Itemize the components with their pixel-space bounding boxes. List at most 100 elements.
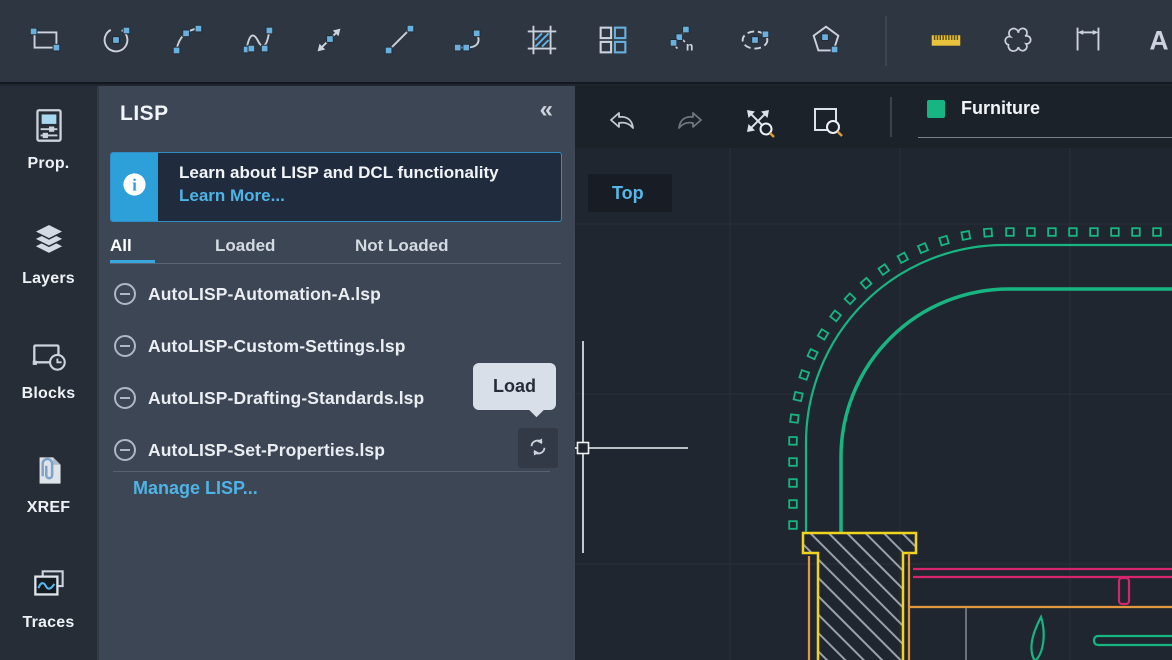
- layers-icon: [28, 220, 70, 265]
- text-icon: A: [1140, 21, 1172, 62]
- sidebar-item-prop[interactable]: Prop.: [0, 105, 97, 201]
- info-banner: i Learn about LISP and DCL functionality…: [110, 152, 562, 222]
- sidebar-item-layers[interactable]: Layers: [0, 220, 97, 316]
- polygon-tool-button[interactable]: [804, 12, 848, 70]
- viewport-label-text: Top: [612, 183, 644, 204]
- blocks-panel-icon: [28, 335, 70, 380]
- count-tool-button[interactable]: n: [662, 12, 706, 70]
- lisp-panel: LISP « i Learn about LISP and DCL functi…: [97, 86, 575, 660]
- collapse-panel-button[interactable]: «: [540, 98, 553, 122]
- sidebar-item-traces[interactable]: Traces: [0, 564, 97, 660]
- ellipse-tool-button[interactable]: [733, 12, 777, 70]
- properties-icon: [28, 105, 70, 150]
- svg-text:i: i: [132, 175, 137, 194]
- tab-all[interactable]: All: [110, 236, 132, 256]
- redo-button[interactable]: [673, 103, 709, 139]
- list-divider: [113, 471, 550, 472]
- sidebar-item-label: Prop.: [28, 155, 70, 173]
- reload-lisp-button[interactable]: [518, 428, 558, 468]
- learn-more-link[interactable]: Learn More...: [179, 186, 285, 206]
- left-sidebar: Prop. Layers Blocks XREF Traces: [0, 86, 97, 660]
- scale-arrows-icon: [310, 21, 348, 62]
- ruler-icon: [927, 21, 965, 62]
- lisp-file-name[interactable]: AutoLISP-Drafting-Standards.lsp: [148, 388, 424, 409]
- column-hatch-fill: [803, 533, 916, 660]
- unload-file-button[interactable]: [112, 385, 138, 411]
- arc-tool-button[interactable]: [165, 12, 209, 70]
- zoom-extents-icon: [740, 127, 776, 142]
- lisp-file-name[interactable]: AutoLISP-Set-Properties.lsp: [148, 440, 385, 461]
- dimension-icon: [1069, 21, 1107, 62]
- text-tool-button[interactable]: A: [1137, 12, 1172, 70]
- ellipse-icon: [736, 21, 774, 62]
- ruler-tool-button[interactable]: [924, 12, 968, 70]
- polygon-icon: [807, 21, 845, 62]
- redo-icon: [673, 127, 709, 142]
- hatch-icon: [523, 21, 561, 62]
- unload-file-button[interactable]: [112, 437, 138, 463]
- refresh-icon: [525, 434, 551, 463]
- line-tool-button[interactable]: [378, 12, 422, 70]
- xref-icon: [28, 449, 70, 494]
- undo-icon: [603, 127, 639, 142]
- rectangle-icon: [26, 21, 64, 62]
- layer-dropdown-underline: [918, 137, 1172, 138]
- unload-file-button[interactable]: [112, 281, 138, 307]
- load-tooltip-text: Load: [493, 376, 536, 397]
- green-bar-shape: [1094, 636, 1172, 645]
- plant-leaf-shape: [1031, 617, 1043, 660]
- zoom-extents-button[interactable]: [740, 103, 776, 139]
- manage-lisp-link[interactable]: Manage LISP...: [133, 478, 258, 499]
- tab-divider-line: [110, 263, 561, 264]
- lisp-file-name[interactable]: AutoLISP-Automation-A.lsp: [148, 284, 381, 305]
- revision-cloud-tool-button[interactable]: [995, 12, 1039, 70]
- spline-tool-button[interactable]: [236, 12, 280, 70]
- banner-body: Learn about LISP and DCL functionality L…: [158, 153, 499, 221]
- layer-color-swatch: [927, 100, 945, 118]
- wall-serration-squares: [789, 228, 1172, 529]
- line-icon: [381, 21, 419, 62]
- svg-text:n: n: [686, 39, 694, 53]
- count-icon: n: [665, 21, 703, 62]
- layer-dropdown[interactable]: Furniture: [927, 98, 1040, 119]
- lisp-tabs: All Loaded Not Loaded: [97, 236, 575, 264]
- panel-title: LISP: [120, 102, 169, 126]
- blocks-tool-button[interactable]: [591, 12, 635, 70]
- traces-icon: [28, 564, 70, 609]
- tab-not-loaded[interactable]: Not Loaded: [355, 236, 449, 256]
- sidebar-item-label: Layers: [22, 270, 75, 288]
- tab-loaded[interactable]: Loaded: [215, 236, 275, 256]
- lisp-file-name[interactable]: AutoLISP-Custom-Settings.lsp: [148, 336, 406, 357]
- load-tooltip: Load: [473, 363, 556, 410]
- canvas-toolbar: Furniture: [575, 86, 1172, 148]
- banner-text: Learn about LISP and DCL functionality: [179, 163, 499, 183]
- lisp-file-row: AutoLISP-Automation-A.lsp: [97, 268, 575, 320]
- rectangle-tool-button[interactable]: [23, 12, 67, 70]
- toolbar-separator: [885, 16, 887, 66]
- sidebar-item-label: Traces: [23, 614, 75, 632]
- scale-tool-button[interactable]: [307, 12, 351, 70]
- layer-name: Furniture: [961, 98, 1040, 119]
- spline-icon: [239, 21, 277, 62]
- undo-button[interactable]: [603, 103, 639, 139]
- drawing-viewport: [575, 86, 1172, 660]
- dimension-tool-button[interactable]: [1066, 12, 1110, 70]
- viewport-label[interactable]: Top: [588, 174, 672, 212]
- wall-inner-line: [841, 289, 1172, 533]
- drawing-toolbar: nA: [0, 0, 1172, 84]
- crosshair-cursor: [575, 341, 688, 553]
- sidebar-item-xref[interactable]: XREF: [0, 449, 97, 545]
- circle-tool-button[interactable]: [94, 12, 138, 70]
- sidebar-item-blocks[interactable]: Blocks: [0, 335, 97, 431]
- magenta-counter-lines: [913, 569, 1172, 604]
- sidebar-item-label: Blocks: [22, 385, 76, 403]
- zoom-window-button[interactable]: [809, 103, 845, 139]
- polyline-icon: [452, 21, 490, 62]
- sidebar-item-label: XREF: [27, 499, 70, 517]
- toolbar-separator: [890, 97, 892, 137]
- polyline-tool-button[interactable]: [449, 12, 493, 70]
- hatch-tool-button[interactable]: [520, 12, 564, 70]
- unload-file-button[interactable]: [112, 333, 138, 359]
- blocks-icon: [594, 21, 632, 62]
- drawing-canvas[interactable]: Furniture Top: [575, 86, 1172, 660]
